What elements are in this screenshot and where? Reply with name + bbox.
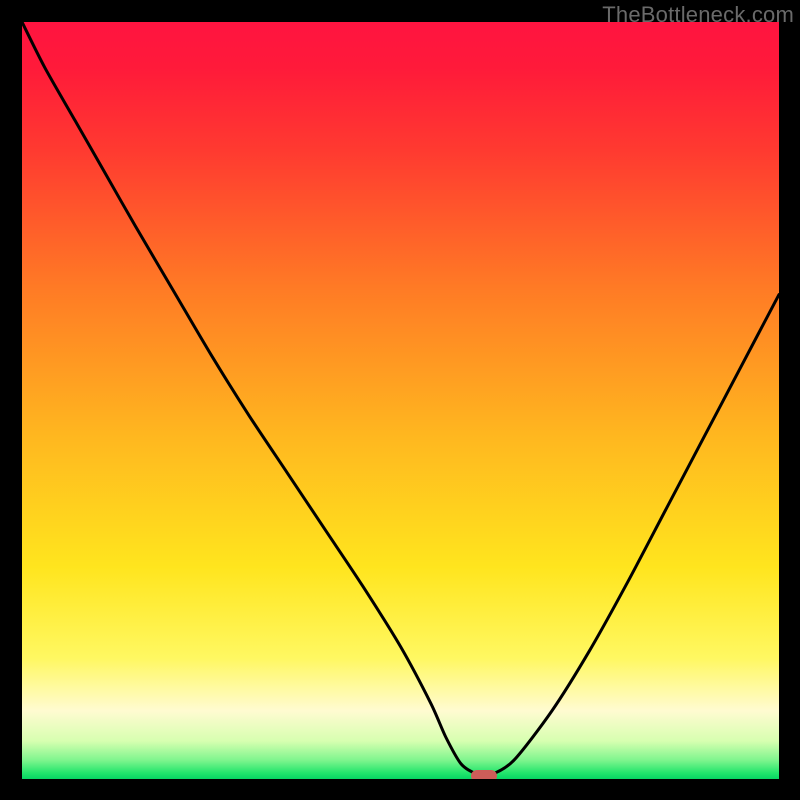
plot-area [22,22,779,779]
bottleneck-curve [22,22,779,779]
watermark-text: TheBottleneck.com [602,2,794,28]
optimal-point-marker [471,770,497,779]
curve-path [22,22,779,775]
chart-frame: TheBottleneck.com [0,0,800,800]
